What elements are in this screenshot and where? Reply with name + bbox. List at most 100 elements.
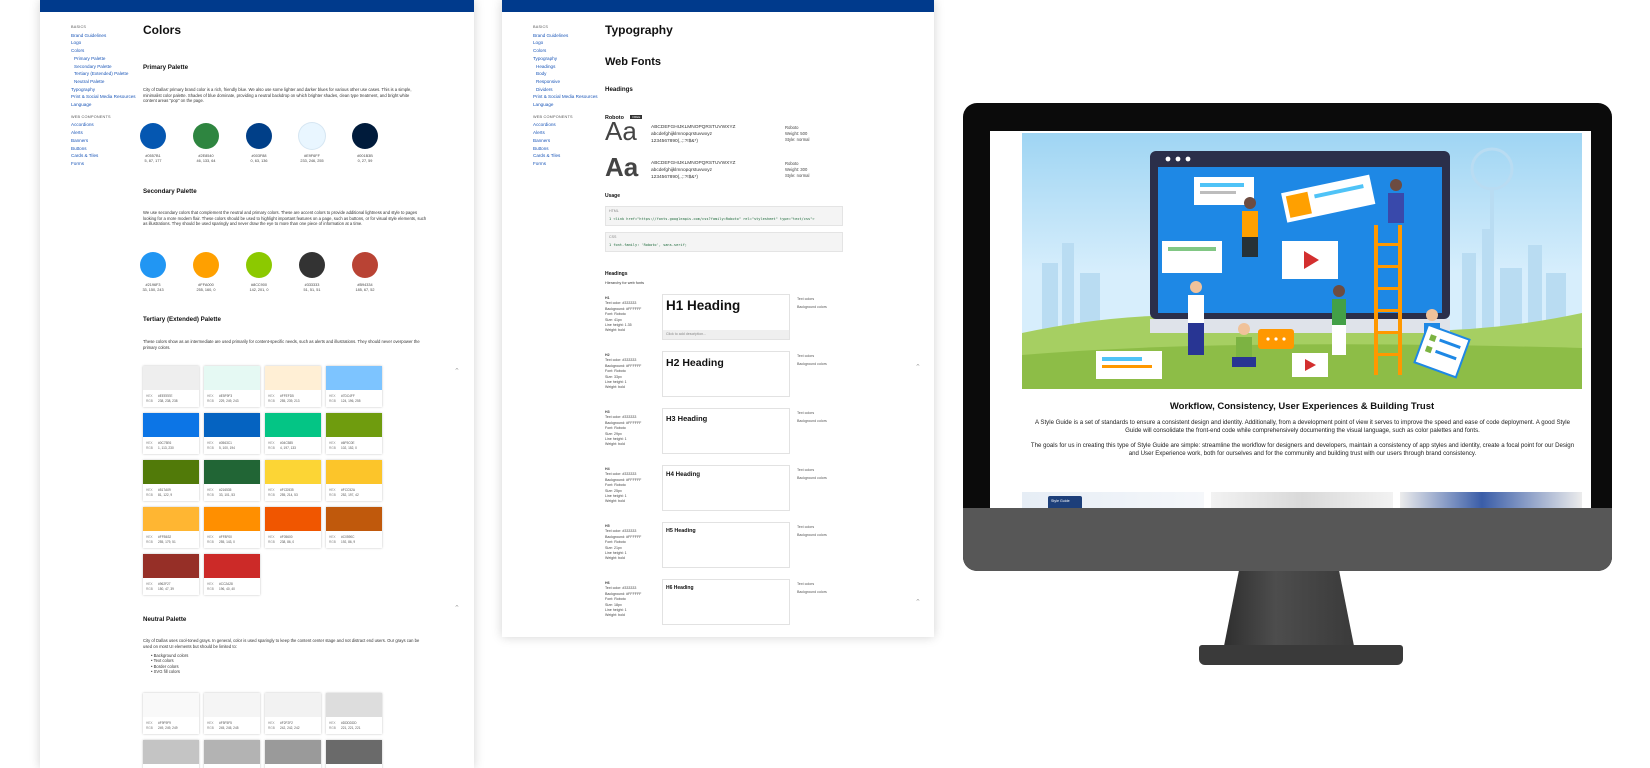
color-swatch[interactable] xyxy=(352,123,378,149)
sidebar-link[interactable]: Language xyxy=(533,101,598,109)
color-meta: HEX #6F9C0E RGB 102, 152, 0 xyxy=(329,441,357,451)
color-meta: HEX #CC2A28 RGB 196, 40, 40 xyxy=(207,582,235,592)
chevron-up-icon[interactable]: ⌃ xyxy=(454,604,460,612)
heading-preview[interactable]: H5 Heading xyxy=(662,522,790,568)
color-card[interactable]: HEX #C0590C RGB 192, 86, 9 xyxy=(326,507,382,548)
color-swatch[interactable] xyxy=(140,252,166,278)
color-card[interactable]: HEX #517A09 RGB 81, 122, 9 xyxy=(143,460,199,501)
html-code-block[interactable]: HTML 1 <link href="https://fonts.googlea… xyxy=(605,206,843,226)
color-card[interactable]: HEX #FFB632 RGB 255, 179, 51 xyxy=(143,507,199,548)
sidebar-link[interactable]: Buttons xyxy=(533,145,598,153)
swatch-rgb: 5, 87, 177 xyxy=(144,159,162,163)
color-card[interactable] xyxy=(265,740,321,768)
sidebar-link[interactable]: Typography xyxy=(71,86,136,94)
sidebar-link[interactable]: Brand Guidelines xyxy=(71,32,136,40)
color-card[interactable]: HEX #F05600 RGB 238, 86, 0 xyxy=(265,507,321,548)
color-card[interactable]: HEX #962F27 RGB 150, 47, 39 xyxy=(143,554,199,595)
heading-preview[interactable]: H1 Heading Click to add description... xyxy=(662,294,790,340)
color-card[interactable]: HEX #04C585 RGB 4, 197, 133 xyxy=(265,413,321,454)
color-swatch[interactable] xyxy=(246,252,272,278)
heading-preview[interactable]: H4 Heading xyxy=(662,465,790,511)
sidebar-link[interactable]: Language xyxy=(71,101,136,109)
heading-preview[interactable]: H3 Heading xyxy=(662,408,790,454)
css-code-block[interactable]: CSS 1 font-family: 'Roboto', sans-serif; xyxy=(605,232,843,252)
color-card[interactable]: HEX #FCC52A RGB 252, 197, 42 xyxy=(326,460,382,501)
heading-preview[interactable]: H6 Heading xyxy=(662,579,790,625)
color-rgb: 238, 238, 238 xyxy=(158,399,178,403)
chevron-up-icon[interactable]: ⌃ xyxy=(454,367,460,375)
color-card[interactable]: HEX #DDDDDD RGB 221, 221, 221 xyxy=(326,693,382,734)
sidebar-link[interactable]: Headings xyxy=(533,63,598,71)
sidebar-link[interactable]: Banners xyxy=(71,137,136,145)
sidebar-link[interactable]: Alerts xyxy=(71,129,136,137)
sidebar-link[interactable]: Banners xyxy=(533,137,598,145)
sidebar-link[interactable]: Print & Social Media Resources xyxy=(533,93,598,101)
color-card[interactable]: HEX #F5F5F5 RGB 245, 245, 245 xyxy=(204,693,260,734)
color-card[interactable]: HEX #F9F9F9 RGB 249, 249, 249 xyxy=(143,693,199,734)
nav-group-heading: BASICS xyxy=(533,25,549,29)
sidebar-link[interactable]: Forms xyxy=(533,160,598,168)
sidebar-link[interactable]: Forms xyxy=(71,160,136,168)
sidebar-link[interactable]: Alerts xyxy=(533,129,598,137)
sidebar-link[interactable]: Responsive xyxy=(533,78,598,86)
sidebar-link[interactable]: Print & Social Media Resources xyxy=(71,93,136,101)
sidebar-link[interactable]: Logo xyxy=(71,39,136,47)
tertiary-palette-heading: Tertiary (Extended) Palette xyxy=(143,316,221,323)
color-hex: #E5F9F3 xyxy=(219,394,233,398)
color-card[interactable] xyxy=(204,740,260,768)
sidebar-link[interactable]: Dividers xyxy=(533,86,598,94)
color-card[interactable]: HEX #E5F9F3 RGB 229, 249, 243 xyxy=(204,366,260,407)
color-card[interactable]: HEX #0563C1 RGB 5, 100, 194 xyxy=(204,413,260,454)
color-swatch[interactable] xyxy=(193,252,219,278)
web-fonts-heading: Web Fonts xyxy=(605,56,662,68)
glyph-line: ABCDEFGHIJKLMNOPQRSTUVWXYZ xyxy=(651,161,736,166)
description-field[interactable]: Click to add description... xyxy=(663,330,789,339)
color-swatch[interactable] xyxy=(246,123,272,149)
color-card[interactable]: HEX #FCD535 RGB 255, 214, 53 xyxy=(265,460,321,501)
heading-preview[interactable]: H2 Heading xyxy=(662,351,790,397)
sidebar-link[interactable]: Brand Guidelines xyxy=(533,32,598,40)
rgb-label: RGB xyxy=(329,399,336,403)
chevron-up-icon[interactable]: ⌃ xyxy=(915,598,921,606)
sidebar-link[interactable]: Cards & Tiles xyxy=(533,152,598,160)
sidebar-link[interactable]: Body xyxy=(533,70,598,78)
color-card[interactable]: HEX #7DC4FF RGB 124, 196, 255 xyxy=(326,366,382,407)
rgb-label: RGB xyxy=(207,540,214,544)
color-card[interactable]: HEX #FF8F00 RGB 255, 143, 0 xyxy=(204,507,260,548)
color-card[interactable]: HEX #216535 RGB 33, 101, 53 xyxy=(204,460,260,501)
sidebar-link[interactable]: Typography xyxy=(533,55,598,63)
color-swatch[interactable] xyxy=(193,123,219,149)
color-card[interactable]: HEX #F2F2F2 RGB 242, 242, 242 xyxy=(265,693,321,734)
color-card[interactable]: HEX #0C75E6 RGB 1, 113, 230 xyxy=(143,413,199,454)
sidebar-link[interactable]: Primary Palette xyxy=(71,55,136,63)
thumbnail-card[interactable] xyxy=(1400,492,1582,508)
color-card[interactable]: HEX #EEEEEE RGB 238, 238, 238 xyxy=(143,366,199,407)
color-card[interactable] xyxy=(326,740,382,768)
secondary-palette-heading: Secondary Palette xyxy=(143,188,197,195)
color-fill xyxy=(143,413,199,437)
sidebar-link[interactable]: Tertiary (Extended) Palette xyxy=(71,70,136,78)
sidebar-link[interactable]: Logo xyxy=(533,39,598,47)
thumbnail-card[interactable]: Style Guide xyxy=(1022,492,1204,508)
thumbnail-card[interactable] xyxy=(1211,492,1393,508)
sidebar-link[interactable]: Accordions xyxy=(533,121,598,129)
sidebar-link[interactable]: Colors xyxy=(71,47,136,55)
chevron-up-icon[interactable]: ⌃ xyxy=(915,363,921,371)
sidebar-link[interactable]: Cards & Tiles xyxy=(71,152,136,160)
color-rgb: 1, 113, 230 xyxy=(158,446,174,450)
color-card[interactable]: HEX #CC2A28 RGB 196, 40, 40 xyxy=(204,554,260,595)
color-swatch[interactable] xyxy=(140,123,166,149)
neutral-palette-heading: Neutral Palette xyxy=(143,616,187,623)
color-fill xyxy=(204,554,260,578)
color-card[interactable]: HEX #FFEFD5 RGB 255, 239, 213 xyxy=(265,366,321,407)
color-swatch[interactable] xyxy=(299,123,325,149)
sidebar-link[interactable]: Neutral Palette xyxy=(71,78,136,86)
sidebar-link[interactable]: Accordions xyxy=(71,121,136,129)
color-swatch[interactable] xyxy=(352,252,378,278)
color-card[interactable] xyxy=(143,740,199,768)
sidebar-link[interactable]: Colors xyxy=(533,47,598,55)
sidebar-link[interactable]: Secondary Palette xyxy=(71,63,136,71)
color-card[interactable]: HEX #6F9C0E RGB 102, 152, 0 xyxy=(326,413,382,454)
sidebar-link[interactable]: Buttons xyxy=(71,145,136,153)
color-swatch[interactable] xyxy=(299,252,325,278)
